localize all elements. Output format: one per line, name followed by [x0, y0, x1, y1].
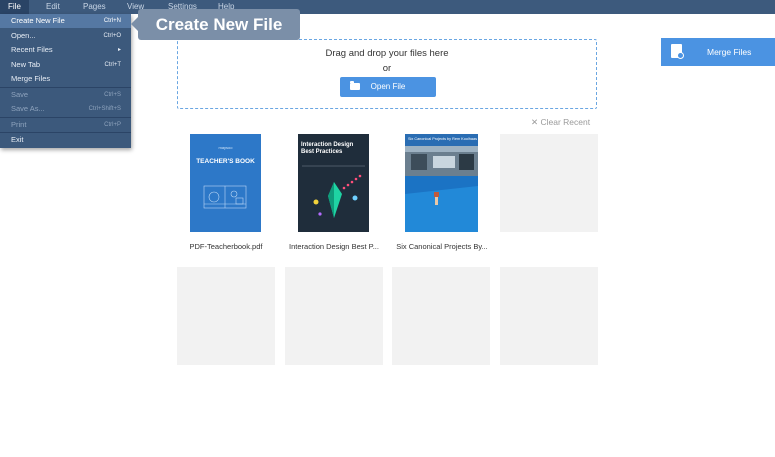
menu-item-label: Merge Files	[11, 74, 51, 83]
merge-files-label: Merge Files	[707, 47, 752, 57]
empty-file-slot	[285, 267, 383, 365]
menu-item-shortcut: Ctrl+S	[104, 92, 121, 98]
file-drop-zone[interactable]: Drag and drop your files here or Open Fi…	[177, 39, 597, 109]
menu-item-label: Save	[11, 90, 29, 99]
merge-file-icon	[671, 44, 684, 59]
file-thumbnail[interactable]: Interaction Design Best Practices	[298, 134, 369, 232]
menu-item-new-tab[interactable]: New Tab Ctrl+T	[0, 58, 131, 72]
drop-or-text: or	[382, 63, 392, 74]
empty-file-slot	[500, 267, 598, 365]
menu-item-create-new-file[interactable]: Create New File Ctrl+N	[0, 14, 131, 28]
file-dropdown-menu: Create New File Ctrl+N Open... Ctrl+O Re…	[0, 14, 131, 148]
menu-item-label: Exit	[11, 135, 24, 144]
open-file-label: Open File	[370, 82, 406, 91]
menu-item-shortcut: Ctrl+T	[104, 62, 122, 68]
menu-item-save-as[interactable]: Save As... Ctrl+Shift+S	[0, 102, 131, 116]
open-file-button[interactable]: Open File	[340, 77, 436, 97]
clear-recent-button[interactable]: ✕ Clear Recent	[531, 117, 590, 128]
menu-edit[interactable]: Edit	[46, 0, 60, 14]
menu-item-shortcut: Ctrl+P	[104, 122, 121, 128]
file-name[interactable]: PDF-Teacherbook.pdf	[166, 242, 286, 251]
menu-item-open[interactable]: Open... Ctrl+O	[0, 29, 131, 43]
menu-item-shortcut: Ctrl+N	[103, 18, 121, 24]
empty-file-slot	[392, 267, 490, 365]
drop-instructions: Drag and drop your files here	[325, 48, 449, 59]
menu-item-shortcut: Ctrl+Shift+S	[88, 106, 121, 112]
menu-item-merge-files[interactable]: Merge Files	[0, 72, 131, 86]
menu-item-label: Create New File	[11, 16, 65, 25]
file-thumbnail[interactable]: Six Canonical Projects by Rem Koolhaas	[405, 134, 478, 232]
menu-item-recent-files[interactable]: Recent Files ▸	[0, 43, 131, 57]
menu-item-shortcut: Ctrl+O	[103, 33, 121, 39]
menu-item-label: New Tab	[11, 60, 41, 69]
file-name[interactable]: Six Canonical Projects By...	[382, 242, 502, 251]
menu-bar: File Edit Pages View Settings Help	[0, 0, 775, 14]
merge-files-button[interactable]: Merge Files	[661, 38, 775, 66]
create-new-file-tooltip: Create New File	[131, 9, 300, 40]
submenu-arrow-icon: ▸	[117, 47, 121, 53]
empty-file-slot	[177, 267, 275, 365]
menu-item-label: Open...	[11, 31, 36, 40]
menu-item-label: Save As...	[11, 104, 45, 113]
menu-item-label: Print	[11, 120, 27, 129]
architecture-photo	[405, 146, 478, 232]
menu-pages[interactable]: Pages	[83, 0, 106, 14]
abstract-illustration	[302, 165, 365, 218]
menu-item-label: Recent Files	[11, 45, 53, 54]
menu-file[interactable]: File	[0, 0, 29, 14]
file-thumbnail[interactable]: maysoo TEACHER'S BOOK	[190, 134, 261, 232]
blueprint-illustration	[203, 185, 247, 209]
file-name[interactable]: Interaction Design Best P...	[274, 242, 394, 251]
folder-icon	[350, 81, 360, 90]
menu-item-save[interactable]: Save Ctrl+S	[0, 88, 131, 102]
empty-file-slot	[500, 134, 598, 232]
menu-item-print[interactable]: Print Ctrl+P	[0, 118, 131, 132]
menu-item-exit[interactable]: Exit	[0, 133, 131, 147]
